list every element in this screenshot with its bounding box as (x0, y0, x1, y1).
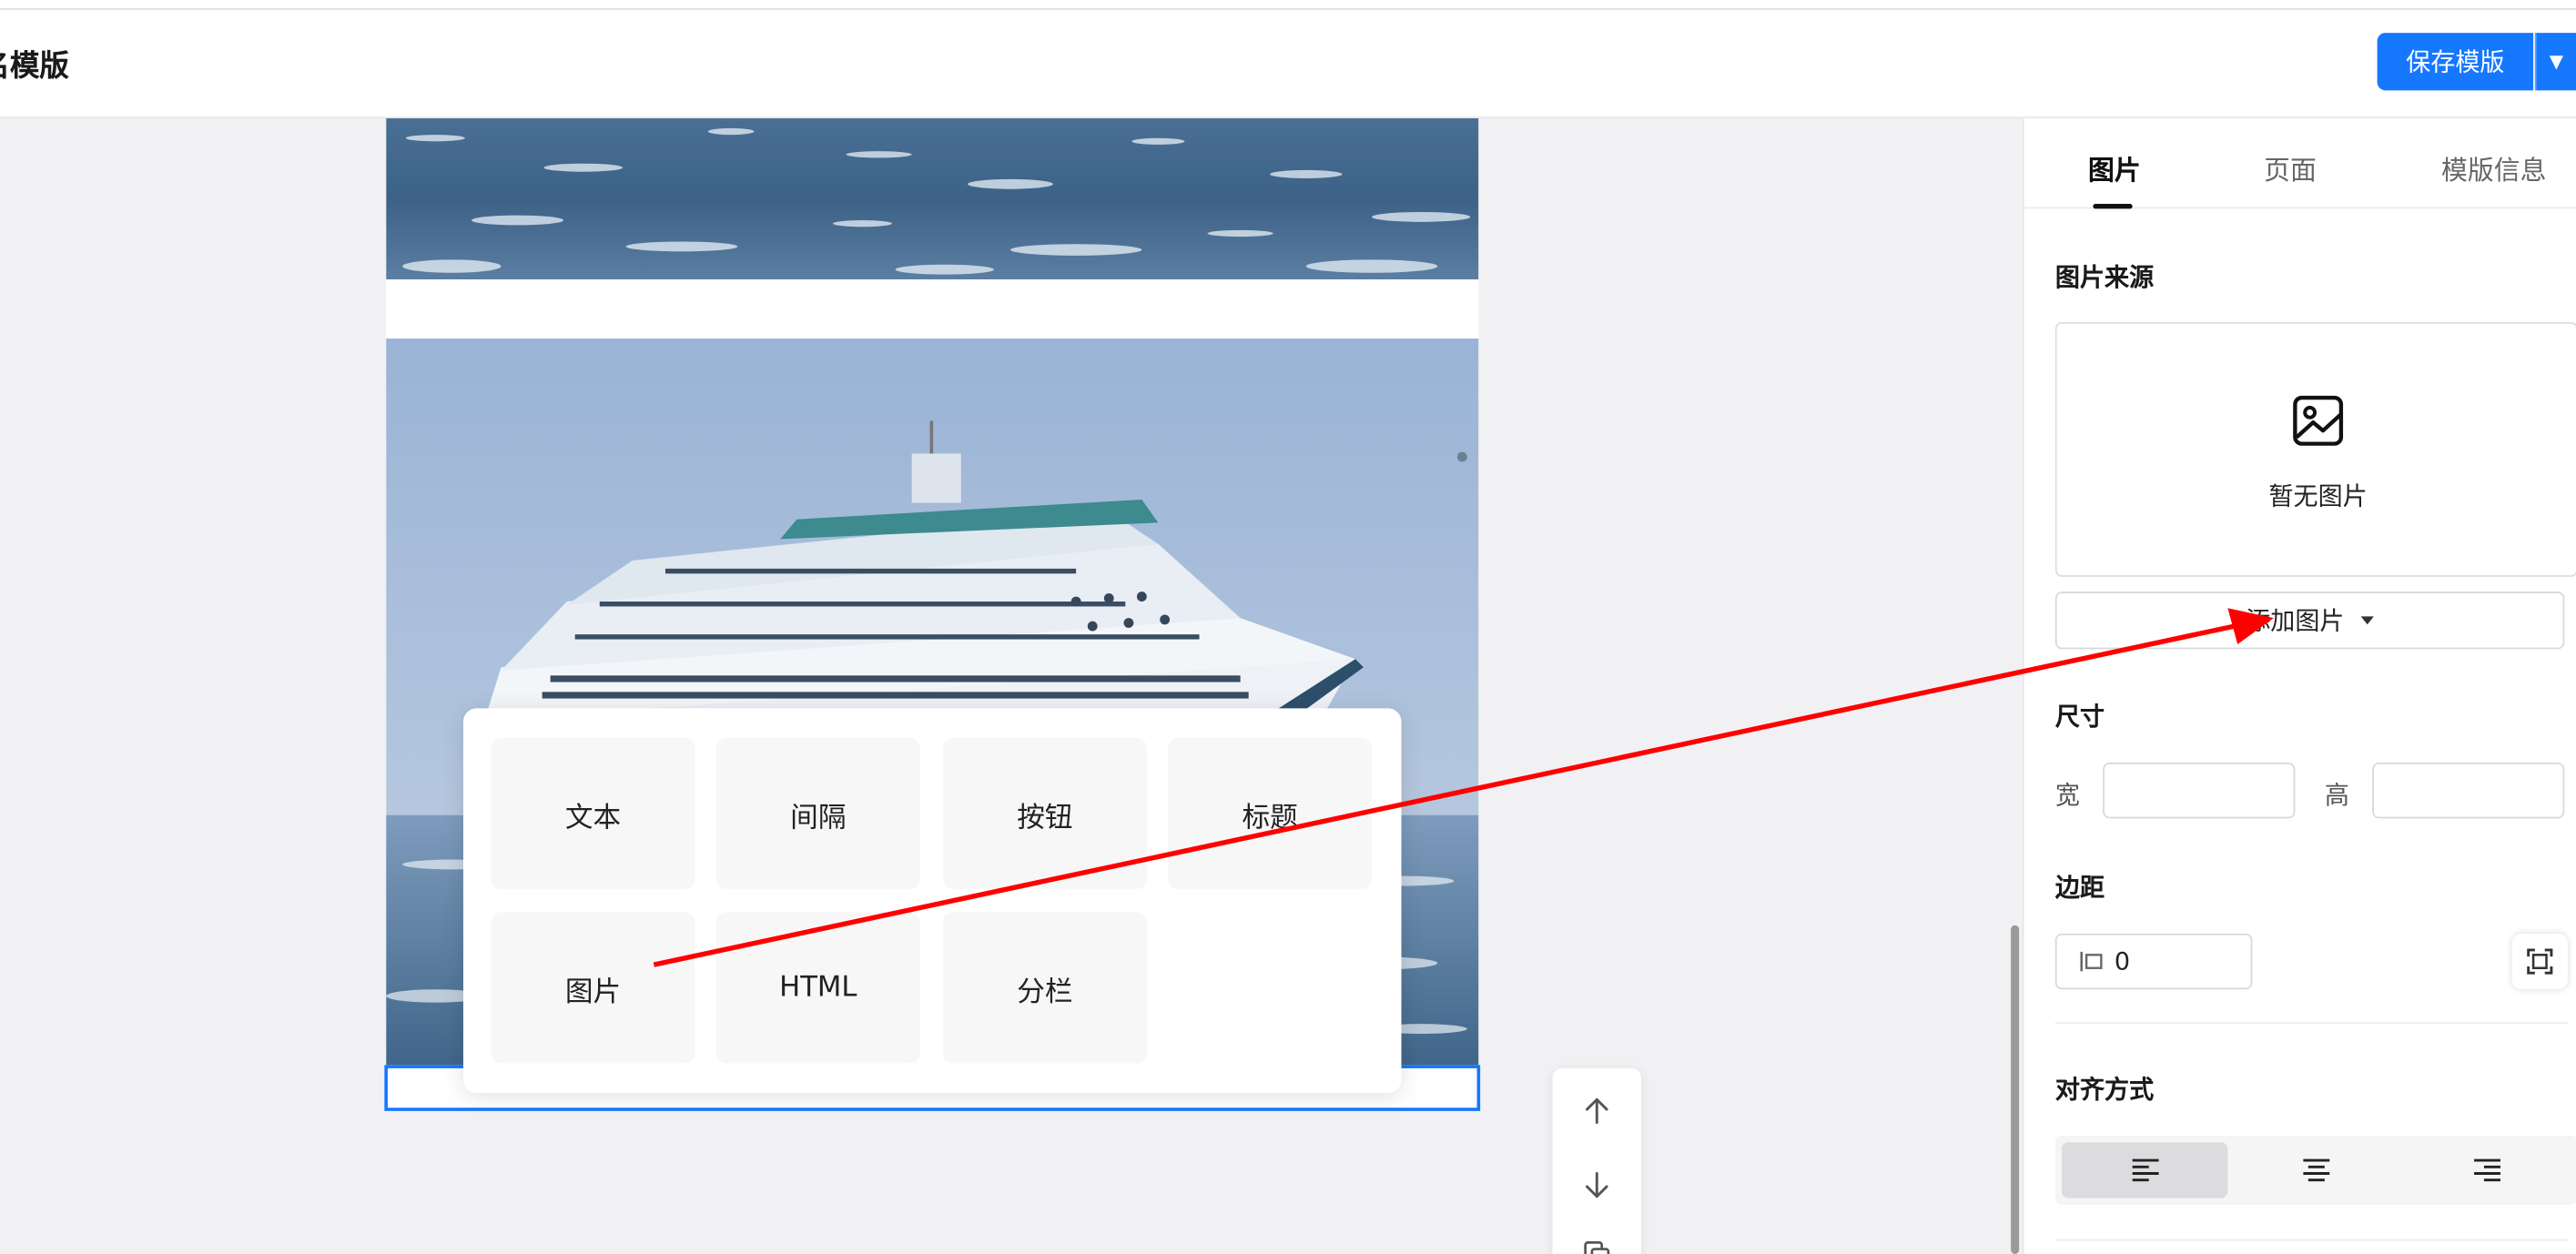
save-options-dropdown-button[interactable]: ▼ (2534, 33, 2576, 91)
tab-page[interactable]: 页面 (2264, 148, 2317, 187)
align-right-icon (2473, 1158, 2500, 1182)
alignment-segmented-control (2054, 1135, 2576, 1205)
move-up-button[interactable] (1576, 1089, 1618, 1132)
width-label: 宽 (2054, 780, 2080, 811)
image-preview-box[interactable]: 暂无图片 (2054, 321, 2576, 577)
align-center-button[interactable] (2233, 1142, 2399, 1198)
no-image-text: 暂无图片 (2268, 481, 2368, 511)
image-icon (2293, 395, 2344, 446)
margin-input[interactable]: 0 (2054, 933, 2253, 990)
align-left-icon (2131, 1158, 2158, 1182)
align-center-icon (2302, 1158, 2329, 1182)
component-picker-popup: 文本 间隔 按钮 标题 图片 HTML 分栏 (462, 708, 1402, 1094)
sea-image (386, 118, 1479, 280)
component-heading[interactable]: 标题 (1168, 737, 1373, 890)
component-text[interactable]: 文本 (491, 737, 695, 890)
image-source-heading: 图片来源 (2054, 262, 2155, 293)
height-input[interactable] (2372, 762, 2565, 819)
block-toolbar (1552, 1067, 1642, 1254)
tab-template-info[interactable]: 模版信息 (2441, 148, 2547, 187)
component-button[interactable]: 按钮 (942, 737, 1147, 890)
component-spacer[interactable]: 间隔 (715, 737, 920, 890)
component-columns[interactable]: 分栏 (942, 912, 1147, 1064)
caret-down-icon: ▼ (2549, 50, 2563, 73)
align-left-button[interactable] (2062, 1142, 2228, 1198)
window-top-edge (0, 0, 2576, 10)
padding-icon (2080, 951, 2103, 972)
add-image-label: 添加图片 (2246, 606, 2345, 636)
margin-value: 0 (2114, 946, 2131, 976)
tab-image[interactable]: 图片 (2088, 148, 2141, 187)
align-right-button[interactable] (2403, 1142, 2569, 1198)
add-image-button[interactable]: 添加图片 (2054, 592, 2565, 650)
component-image[interactable]: 图片 (491, 912, 695, 1064)
spacer-block[interactable] (386, 279, 1479, 339)
template-title[interactable]: 名模版 (0, 43, 69, 86)
width-input[interactable] (2103, 762, 2296, 819)
alignment-heading: 对齐方式 (2054, 1075, 2155, 1105)
height-label: 高 (2324, 780, 2349, 811)
canvas-scrollbar[interactable] (2011, 925, 2020, 1254)
section-divider (2054, 1239, 2568, 1241)
move-down-button[interactable] (1576, 1164, 1618, 1207)
image-block-sea[interactable] (386, 118, 1479, 280)
arrow-up-icon (1586, 1097, 1608, 1124)
properties-panel: 图片 页面 模版信息 图片来源 暂无图片 添加图片 尺寸 宽 高 边距 0 对齐… (2022, 118, 2576, 1254)
duplicate-button[interactable] (1576, 1233, 1618, 1254)
margin-heading: 边距 (2054, 873, 2105, 903)
active-tab-indicator (2093, 203, 2133, 209)
margin-expand-button[interactable] (2511, 933, 2568, 990)
header-bar: 名模版 保存模版 ▼ (0, 9, 2576, 119)
copy-icon (1584, 1241, 1610, 1254)
arrow-down-icon (1586, 1172, 1608, 1198)
save-template-button[interactable]: 保存模版 (2377, 33, 2534, 91)
section-divider (2054, 1022, 2568, 1025)
component-html[interactable]: HTML (715, 912, 920, 1064)
expand-corners-icon (2527, 948, 2553, 975)
size-heading: 尺寸 (2054, 702, 2105, 732)
caret-down-icon (2360, 615, 2375, 624)
